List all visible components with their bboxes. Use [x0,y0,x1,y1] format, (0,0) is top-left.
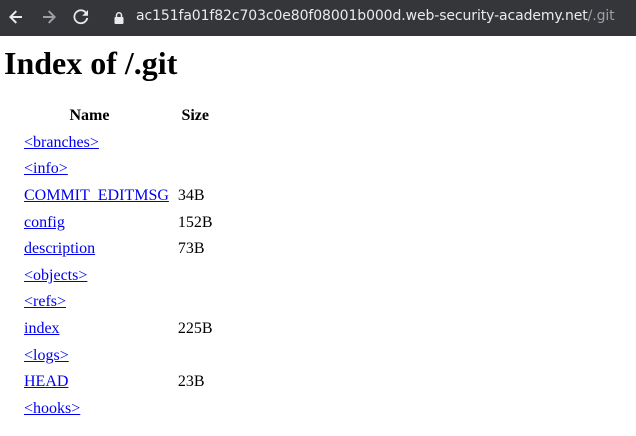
entry-name-cell: <logs> [4,343,175,368]
column-header-size: Size [181,107,209,125]
table-row: description 73B [4,237,214,262]
entry-link-commit-editmsg[interactable]: COMMIT_EDITMSG [24,187,169,204]
entry-name-cell: <objects> [4,264,175,289]
table-row: COMMIT_EDITMSG 34B [4,184,214,209]
back-button[interactable] [6,7,26,27]
entry-name-cell: description [4,237,175,262]
url-path: /.git [587,8,615,24]
table-row: <logs> [4,343,214,368]
table-row: HEAD 23B [4,370,214,395]
entry-link-head[interactable]: HEAD [24,373,68,390]
entry-size [177,343,214,368]
entry-size [177,131,214,156]
entry-link-index[interactable]: index [24,320,60,337]
column-header-name: Name [69,107,110,125]
page-content: Index of /.git Name Size <branches> <inf… [0,36,636,436]
lock-icon [114,12,124,24]
entry-size [177,397,214,422]
entry-link-branches[interactable]: <branches> [24,134,99,151]
table-row: <objects> [4,264,214,289]
url-host: ac151fa01f82c703c0e80f08001b000d.web-sec… [136,8,588,24]
entry-size: 34B [177,187,205,205]
entry-name-cell: <refs> [4,290,175,315]
reload-icon [73,9,89,25]
entry-link-info[interactable]: <info> [24,160,68,177]
address-bar[interactable]: ac151fa01f82c703c0e80f08001b000d.web-sec… [102,0,636,36]
entry-link-description[interactable]: description [24,240,95,257]
entry-size [177,157,214,182]
entry-name-cell: <hooks> [4,397,175,422]
entry-name-cell: <info> [4,157,175,182]
table-row: <refs> [4,290,214,315]
table-row: <hooks> [4,397,214,422]
entry-link-logs[interactable]: <logs> [24,347,69,364]
entry-link-hooks[interactable]: <hooks> [24,400,80,417]
entry-name-cell: index [4,317,175,342]
entry-size: 152B [177,213,213,231]
table-header-row: Name Size [4,104,214,129]
table-row: <branches> [4,131,214,156]
entry-link-config[interactable]: config [24,214,65,231]
entry-size [177,290,214,315]
entry-name-cell: HEAD [4,370,175,395]
file-listing-table: Name Size <branches> <info> COMMIT_EDITM… [2,102,216,423]
entry-size: 225B [177,320,213,338]
browser-toolbar: ac151fa01f82c703c0e80f08001b000d.web-sec… [0,0,636,36]
forward-button[interactable] [39,7,59,27]
entry-link-objects[interactable]: <objects> [24,267,87,284]
entry-size: 73B [177,240,205,258]
entry-name-cell: config [4,210,175,235]
reload-button[interactable] [71,7,91,27]
entry-size [177,264,214,289]
url-text: ac151fa01f82c703c0e80f08001b000d.web-sec… [136,8,615,24]
table-row: <info> [4,157,214,182]
entry-name-cell: COMMIT_EDITMSG [4,184,175,209]
entry-size: 23B [177,373,205,391]
page-title: Index of /.git [4,45,178,81]
table-row: index 225B [4,317,214,342]
back-arrow-icon [9,10,22,24]
forward-arrow-icon [43,10,56,24]
table-row: config 152B [4,210,214,235]
entry-name-cell: <branches> [4,131,175,156]
entry-link-refs[interactable]: <refs> [24,293,66,310]
